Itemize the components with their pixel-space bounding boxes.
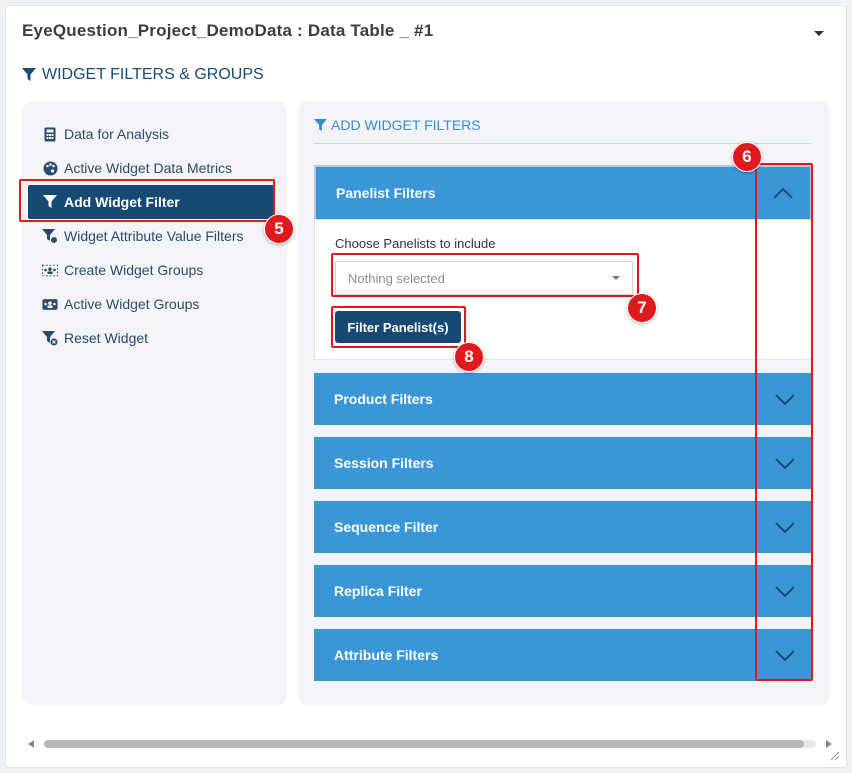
accordion-label: Session Filters	[334, 455, 434, 471]
panelist-filters-body: Choose Panelists to include Nothing sele…	[314, 219, 812, 360]
chevron-down-icon[interactable]	[774, 392, 796, 406]
accordion-label: Sequence Filter	[334, 519, 439, 535]
chevron-down-icon[interactable]	[774, 520, 796, 534]
horizontal-scrollbar[interactable]	[24, 736, 836, 752]
filter-icon	[42, 194, 58, 210]
sidebar-item-add-widget-filter[interactable]: Add Widget Filter	[28, 185, 274, 219]
heading-label: ADD WIDGET FILTERS	[331, 117, 481, 133]
caret-down-icon	[612, 276, 620, 280]
calculator-icon	[42, 126, 58, 142]
accordion-replica-filter[interactable]: Replica Filter	[314, 565, 812, 617]
sidebar-item-label: Active Widget Groups	[64, 296, 200, 312]
sidebar: Data for Analysis Active Widget Data Met…	[22, 101, 287, 705]
sidebar-item-label: Widget Attribute Value Filters	[64, 228, 244, 244]
select-value: Nothing selected	[348, 270, 445, 286]
accordion-label: Replica Filter	[334, 583, 422, 599]
annotation-badge-5: 5	[264, 214, 294, 244]
accordion-product-filters[interactable]: Product Filters	[314, 373, 812, 425]
sidebar-item-label: Add Widget Filter	[64, 194, 180, 210]
scroll-left-icon[interactable]	[28, 740, 34, 748]
add-widget-filters-heading: ADD WIDGET FILTERS	[314, 117, 481, 133]
sidebar-item-label: Reset Widget	[64, 330, 149, 346]
accordion-session-filters[interactable]: Session Filters	[314, 437, 812, 489]
sidebar-item-label: Data for Analysis	[64, 126, 170, 142]
resize-grip-icon[interactable]	[830, 751, 840, 761]
choose-panelists-label: Choose Panelists to include	[335, 236, 496, 251]
annotation-badge-8: 8	[454, 342, 484, 372]
palette-icon	[42, 160, 58, 176]
accordion-sequence-filter[interactable]: Sequence Filter	[314, 501, 812, 553]
filter-settings-icon	[42, 228, 58, 244]
sidebar-item-active-widget-groups[interactable]: Active Widget Groups	[22, 289, 287, 319]
accordion-label: Panelist Filters	[336, 185, 436, 201]
scroll-right-icon[interactable]	[826, 740, 832, 748]
chevron-down-icon[interactable]	[774, 456, 796, 470]
collapse-caret-icon[interactable]	[814, 31, 824, 36]
chevron-up-icon[interactable]	[772, 186, 794, 200]
sidebar-item-label: Create Widget Groups	[64, 262, 204, 278]
sidebar-item-reset-widget[interactable]: Reset Widget	[22, 323, 287, 353]
filter-reset-icon	[42, 330, 58, 346]
sidebar-item-widget-attribute-value-filters[interactable]: Widget Attribute Value Filters	[22, 221, 287, 251]
sidebar-item-data-for-analysis[interactable]: Data for Analysis	[22, 119, 287, 149]
annotation-badge-7: 7	[627, 293, 657, 323]
annotation-badge-6: 6	[732, 142, 762, 172]
accordion-attribute-filters[interactable]: Attribute Filters	[314, 629, 812, 681]
chevron-down-icon[interactable]	[774, 648, 796, 662]
users-rectangle-icon	[42, 296, 58, 312]
page-title: EyeQuestion_Project_DemoData : Data Tabl…	[22, 21, 434, 40]
filter-icon	[22, 68, 36, 81]
accordion-panelist-filters[interactable]: Panelist Filters	[314, 165, 812, 219]
accordion-label: Attribute Filters	[334, 647, 439, 663]
scroll-thumb[interactable]	[44, 740, 804, 748]
section-title-label: WIDGET FILTERS & GROUPS	[42, 66, 264, 83]
sidebar-item-create-widget-groups[interactable]: Create Widget Groups	[22, 255, 287, 285]
users-group-icon	[42, 262, 58, 278]
chevron-down-icon[interactable]	[774, 584, 796, 598]
filter-panelists-button[interactable]: Filter Panelist(s)	[335, 311, 461, 343]
accordion-label: Product Filters	[334, 391, 433, 407]
filter-icon	[314, 118, 327, 131]
widget-panel: EyeQuestion_Project_DemoData : Data Tabl…	[5, 5, 847, 768]
sidebar-item-active-widget-data-metrics[interactable]: Active Widget Data Metrics	[22, 153, 287, 183]
section-title: WIDGET FILTERS & GROUPS	[22, 66, 264, 84]
sidebar-item-label: Active Widget Data Metrics	[64, 160, 233, 176]
filters-pane: ADD WIDGET FILTERS Panelist Filters Choo…	[298, 101, 830, 705]
panelist-select[interactable]: Nothing selected	[335, 261, 633, 295]
